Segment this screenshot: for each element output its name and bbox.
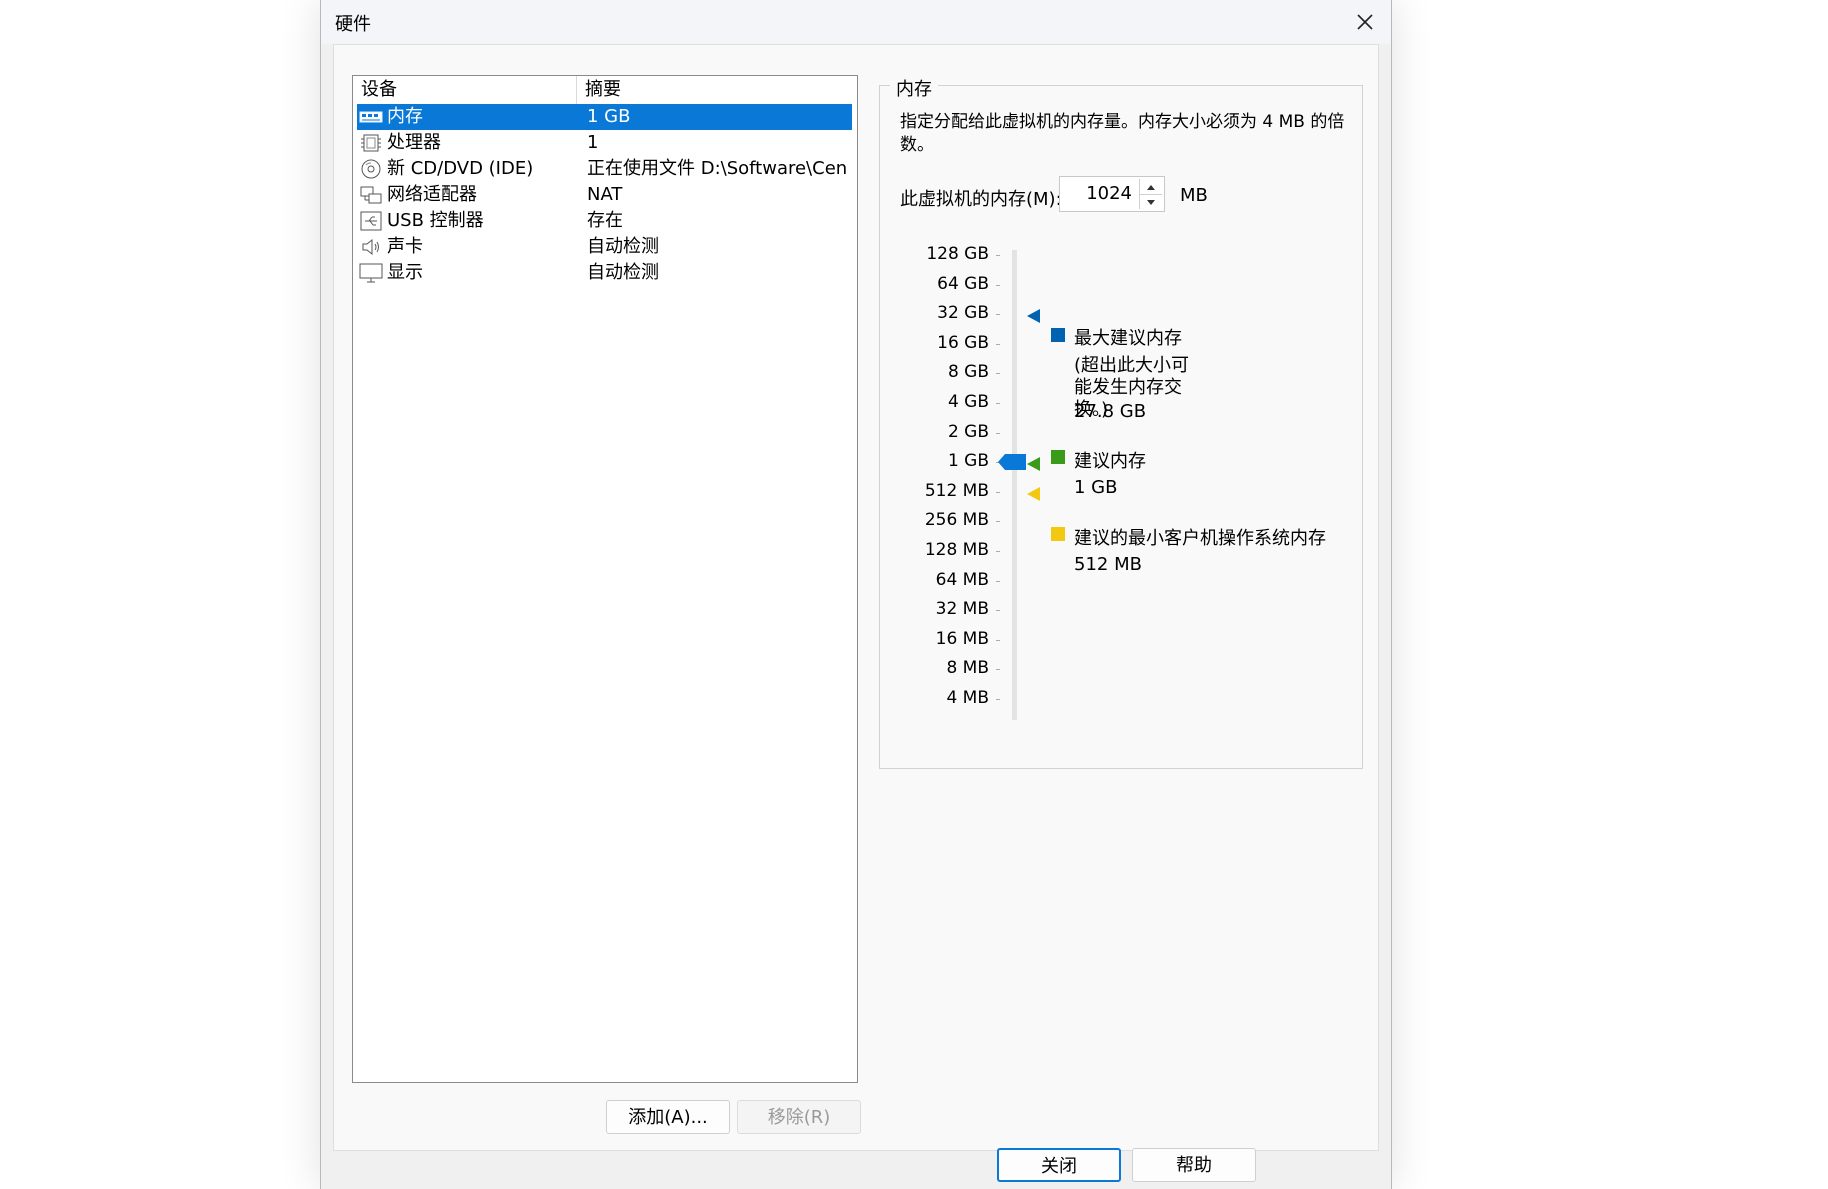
- scale-tick-label: 2 GB: [947, 421, 989, 442]
- title-bar: 硬件: [321, 0, 1391, 44]
- device-list[interactable]: 设备 摘要 内存 1 GB 处理器 1 新 CD/DVD (IDE) 正在使用文…: [352, 75, 858, 1083]
- scale-tick-label: 64 GB: [937, 273, 989, 294]
- scale-tick-mark: [996, 580, 1000, 582]
- column-header-device[interactable]: 设备: [353, 76, 577, 104]
- scale-tick-mark: [996, 432, 1000, 434]
- dialog-content: 设备 摘要 内存 1 GB 处理器 1 新 CD/DVD (IDE) 正在使用文…: [333, 44, 1379, 1151]
- dialog-title: 硬件: [335, 14, 371, 35]
- device-name: USB 控制器: [387, 210, 484, 231]
- scale-tick-label: 8 GB: [947, 362, 989, 383]
- recommended-legend-value: 1 GB: [1074, 477, 1118, 498]
- scale-tick-label: 32 MB: [935, 599, 989, 620]
- device-summary: NAT: [587, 184, 623, 205]
- device-row-display[interactable]: 显示 自动检测: [357, 260, 852, 286]
- device-summary: 1 GB: [587, 106, 631, 127]
- scale-tick-mark: [996, 639, 1000, 641]
- max-recommended-marker-icon: [1027, 307, 1041, 328]
- device-summary: 存在: [587, 210, 623, 231]
- add-button[interactable]: 添加(A)...: [606, 1100, 730, 1134]
- scale-tick-mark: [996, 491, 1000, 493]
- device-name: 处理器: [387, 132, 441, 153]
- scale-tick-mark: [996, 403, 1000, 404]
- device-name: 声卡: [387, 236, 423, 257]
- max-legend-label: 最大建议内存: [1074, 328, 1182, 349]
- device-name: 显示: [387, 262, 423, 283]
- min-legend-value: 512 MB: [1074, 554, 1142, 575]
- recommended-legend-label: 建议内存: [1074, 451, 1146, 472]
- memory-description: 指定分配给此虚拟机的内存量。内存大小必须为 4 MB 的倍数。: [900, 112, 1345, 155]
- scale-tick-label: 16 GB: [937, 332, 989, 353]
- memory-unit: MB: [1180, 185, 1208, 206]
- device-row-cd-dvd[interactable]: 新 CD/DVD (IDE) 正在使用文件 D:\Software\Cen...: [357, 156, 852, 182]
- memory-value[interactable]: 1024: [1086, 183, 1132, 204]
- min-legend-swatch: [1051, 527, 1065, 541]
- scale-tick-mark: [996, 314, 1000, 316]
- min-legend-label: 建议的最小客户机操作系统内存: [1074, 528, 1326, 549]
- scale-tick-label: 16 MB: [935, 628, 989, 649]
- device-summary: 正在使用文件 D:\Software\Cen...: [587, 158, 849, 179]
- scale-tick-mark: [996, 551, 1000, 552]
- device-summary: 1: [587, 132, 599, 153]
- recommended-marker-icon: [1027, 455, 1041, 476]
- min-recommended-marker-icon: [1027, 485, 1041, 506]
- memory-slider-thumb[interactable]: [998, 454, 1028, 475]
- cd-dvd-icon: [359, 158, 383, 180]
- memory-group-title: 内存: [890, 75, 938, 101]
- device-name: 内存: [387, 106, 423, 127]
- recommended-legend-swatch: [1051, 450, 1065, 464]
- memory-slider-track[interactable]: [1012, 250, 1017, 720]
- scale-tick-mark: [996, 699, 1000, 700]
- max-legend-swatch: [1051, 328, 1065, 342]
- device-row-memory[interactable]: 内存 1 GB: [357, 104, 852, 130]
- scale-tick-label: 4 GB: [947, 392, 989, 412]
- scale-tick-label: 32 GB: [937, 303, 989, 324]
- scale-tick-mark: [996, 610, 1000, 612]
- hardware-dialog: 硬件 设备 摘要 内存 1 GB 处理器 1 新 CD/DVD (IDE) 正在…: [320, 0, 1392, 1189]
- speaker-icon: [359, 236, 383, 258]
- network-adapter-icon: [359, 184, 383, 206]
- scale-tick-mark: [996, 373, 1000, 375]
- help-button[interactable]: 帮助: [1132, 1148, 1256, 1182]
- remove-button[interactable]: 移除(R): [737, 1100, 861, 1134]
- scale-tick-label: 128 MB: [924, 540, 989, 560]
- scale-tick-label: 8 MB: [946, 658, 989, 679]
- spin-down-icon[interactable]: [1139, 194, 1162, 209]
- column-header-summary[interactable]: 摘要: [577, 76, 857, 104]
- monitor-icon: [359, 262, 383, 284]
- scale-tick-label: 1 GB: [947, 451, 989, 472]
- device-row-processor[interactable]: 处理器 1: [357, 130, 852, 156]
- scale-tick-label: 512 MB: [924, 480, 989, 501]
- device-name: 新 CD/DVD (IDE): [387, 158, 534, 179]
- processor-icon: [359, 132, 383, 154]
- scale-tick-mark: [996, 255, 1000, 256]
- scale-tick-label: 4 MB: [946, 688, 989, 708]
- scale-tick-label: 64 MB: [935, 569, 989, 590]
- device-name: 网络适配器: [387, 184, 477, 205]
- memory-icon: [359, 106, 383, 128]
- memory-field-label: 此虚拟机的内存(M):: [900, 189, 1062, 210]
- close-icon[interactable]: [1349, 6, 1381, 38]
- scale-tick-mark: [996, 343, 1000, 345]
- scale-tick-label: 128 GB: [926, 244, 989, 264]
- memory-stepper[interactable]: 1024: [1059, 176, 1165, 212]
- usb-icon: [359, 210, 383, 232]
- scale-tick-mark: [996, 284, 1000, 286]
- scale-tick-mark: [996, 669, 1000, 671]
- list-header: 设备 摘要: [353, 76, 857, 104]
- scale-tick-label: 256 MB: [924, 510, 989, 531]
- max-legend-value: 27.8 GB: [1074, 401, 1147, 422]
- device-summary: 自动检测: [587, 236, 659, 257]
- device-row-network-adapter[interactable]: 网络适配器 NAT: [357, 182, 852, 208]
- device-summary: 自动检测: [587, 262, 659, 283]
- close-button[interactable]: 关闭: [997, 1148, 1121, 1182]
- device-row-sound[interactable]: 声卡 自动检测: [357, 234, 852, 260]
- device-row-usb[interactable]: USB 控制器 存在: [357, 208, 852, 234]
- spin-up-icon[interactable]: [1139, 179, 1162, 195]
- scale-tick-mark: [996, 521, 1000, 523]
